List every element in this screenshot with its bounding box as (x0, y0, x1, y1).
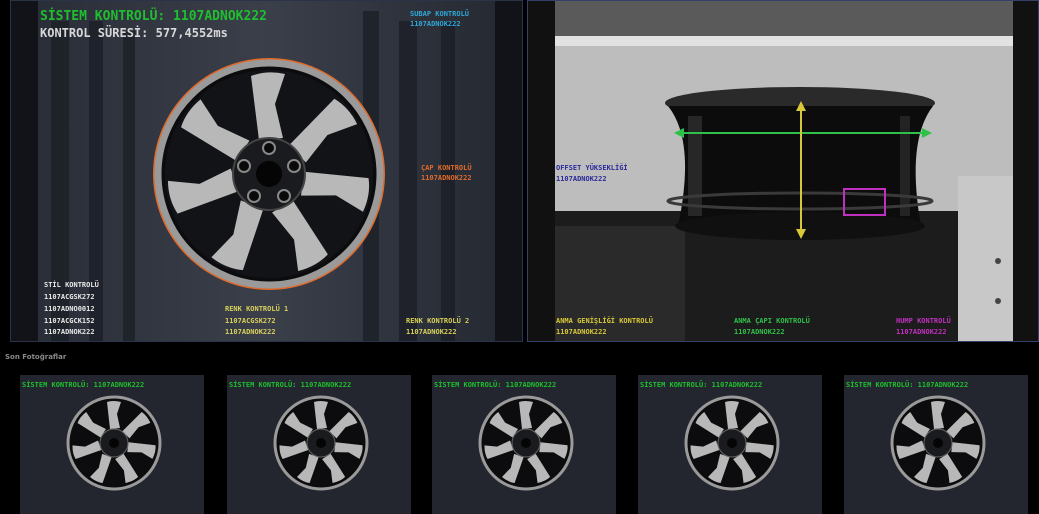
recent-photo-thumbnail[interactable]: SİSTEM KONTROLÜ: 1107ADNOK222 (638, 375, 822, 514)
thumbnail-image (844, 375, 1028, 514)
thumbnail-title: SİSTEM KONTROLÜ: 1107ADNOK222 (846, 381, 969, 389)
thumbnail-image (20, 375, 204, 514)
offset-value: 1107ADNOK222 (556, 175, 607, 183)
thumbnail-title: SİSTEM KONTROLÜ: 1107ADNOK222 (22, 381, 145, 389)
stil-check-value: 1107ADNOK222 (44, 328, 95, 336)
anma-cap-value: 1107ADNOK222 (734, 328, 785, 336)
recent-photo-thumbnail[interactable]: SİSTEM KONTROLÜ: 1107ADNOK222 (844, 375, 1028, 514)
stil-check-value: 1107ADNO0012 (44, 305, 95, 313)
hump-label: HUMP KONTROLÜ (896, 317, 951, 325)
anma-cap-label: ANMA ÇAPI KONTROLÜ (734, 317, 810, 325)
cap-check-value: 1107ADNOK222 (421, 174, 472, 182)
recent-photo-thumbnail[interactable]: SİSTEM KONTROLÜ: 1107ADNOK222 (432, 375, 616, 514)
renk1-check-value: 1107ACGSK272 (225, 317, 276, 325)
hump-value: 1107ADNOK222 (896, 328, 947, 336)
renk1-check-label: RENK KONTROLÜ 1 (225, 305, 289, 313)
thumbnail-image (227, 375, 411, 514)
system-check-title: SİSTEM KONTROLÜ: 1107ADNOK222 (40, 9, 267, 24)
renk2-check-value: 1107ADNOK222 (406, 328, 457, 336)
renk1-check-value: 1107ADNOK222 (225, 328, 276, 336)
thumbnail-image (432, 375, 616, 514)
cap-check-label: ÇAP KONTROLÜ (421, 164, 472, 172)
stil-check-value: 1107ACGCK152 (44, 317, 95, 325)
side-view-camera-panel: OFFSET YÜKSEKLİĞİ 1107ADNOK222 ANMA GENİ… (527, 0, 1039, 342)
recent-photo-thumbnail[interactable]: SİSTEM KONTROLÜ: 1107ADNOK222 (20, 375, 204, 514)
check-duration: KONTROL SÜRESİ: 577,4552ms (40, 26, 228, 40)
renk2-check-label: RENK KONTROLÜ 2 (406, 317, 470, 325)
anma-genislik-value: 1107ADNOK222 (556, 328, 607, 336)
thumbnail-title: SİSTEM KONTROLÜ: 1107ADNOK222 (434, 381, 557, 389)
thumbnail-image (638, 375, 822, 514)
stil-check-value: 1107ACGSK272 (44, 293, 95, 301)
subap-check-value: 1107ADNOK222 (410, 20, 461, 28)
recent-photo-thumbnail[interactable]: SİSTEM KONTROLÜ: 1107ADNOK222 (227, 375, 411, 514)
anma-genislik-label: ANMA GENİŞLİĞİ KONTROLÜ (556, 317, 653, 325)
top-view-camera-panel: SİSTEM KONTROLÜ: 1107ADNOK222 KONTROL SÜ… (10, 0, 523, 342)
recent-photos-label: Son Fotoğraflar (5, 353, 67, 361)
stil-check-label: STİL KONTROLÜ (44, 281, 99, 289)
offset-label: OFFSET YÜKSEKLİĞİ (556, 164, 628, 172)
thumbnail-title: SİSTEM KONTROLÜ: 1107ADNOK222 (640, 381, 763, 389)
thumbnail-title: SİSTEM KONTROLÜ: 1107ADNOK222 (229, 381, 352, 389)
subap-check-label: SUBAP KONTROLÜ (410, 10, 470, 18)
wheel-top-view (153, 58, 385, 290)
